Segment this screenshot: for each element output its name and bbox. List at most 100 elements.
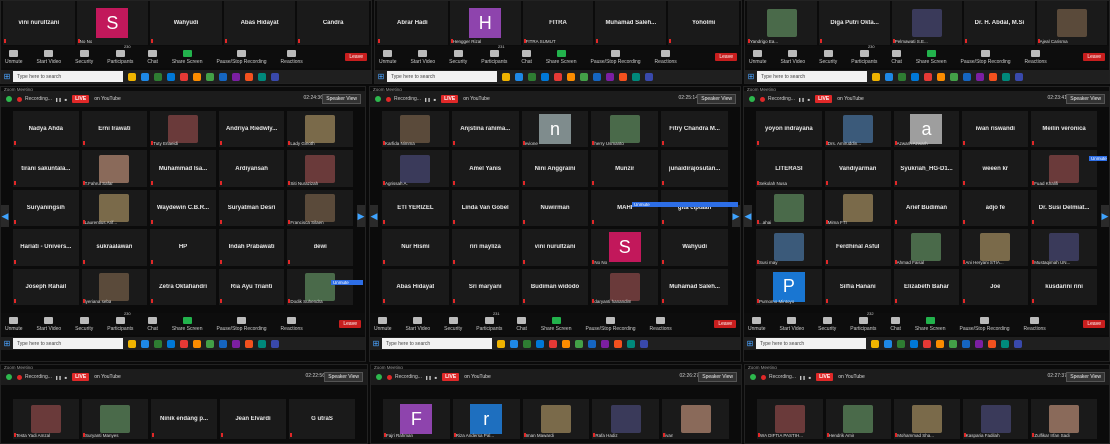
participant-tile[interactable]: MAHI	[591, 189, 659, 227]
taskbar-app-icon[interactable]	[258, 339, 266, 348]
recording-indicator[interactable]: Recording... ❚❚ ■	[386, 96, 436, 102]
participant-tile[interactable]: Francisca Silaen	[287, 189, 353, 227]
participant-tile[interactable]: Suryatman Desri	[218, 189, 285, 227]
participant-tile[interactable]: S No No	[591, 229, 659, 266]
taskbar-app-icon[interactable]	[567, 72, 575, 81]
taskbar-app-icon[interactable]	[911, 72, 919, 81]
leave-button[interactable]: Leave	[1083, 53, 1105, 61]
taskbar-app-icon[interactable]	[872, 72, 880, 81]
participant-tile[interactable]: Yoholmi	[668, 1, 739, 45]
taskbar-app-icon[interactable]	[884, 339, 892, 348]
participant-tile[interactable]: Abas Hidayat	[382, 268, 449, 305]
participant-tile[interactable]: Yandrigo Ea...	[747, 1, 818, 45]
taskbar-app-icon[interactable]	[206, 339, 214, 348]
windows-start-icon[interactable]: ⊞	[744, 337, 756, 350]
participant-tile[interactable]: Waydewin C.B.R...	[150, 189, 216, 227]
participant-tile[interactable]: ivan	[662, 399, 729, 439]
reactions-button[interactable]: Reactions	[655, 49, 677, 65]
participant-tile[interactable]: P Purnomo Mintoyo	[756, 268, 822, 305]
participant-tile[interactable]: G utraS	[289, 399, 355, 439]
taskbar-app-icon[interactable]	[924, 72, 932, 81]
taskbar-app-icon[interactable]	[580, 72, 588, 81]
taskbar-app-icon[interactable]	[193, 339, 201, 348]
taskbar-app-icon[interactable]	[271, 339, 279, 348]
windows-start-icon[interactable]: ⊞	[1, 337, 13, 350]
taskbar-app-icon[interactable]	[632, 72, 640, 81]
participant-tile[interactable]: Nuwirman	[521, 189, 589, 227]
taskbar-app-icon[interactable]	[180, 72, 188, 81]
participant-tile[interactable]: Suryanti Manyes	[82, 399, 148, 439]
unmute-badge[interactable]: Unmute	[331, 280, 363, 285]
speaker-view-button[interactable]: Speaker View	[324, 372, 363, 382]
participant-tile[interactable]: a Azwarh Azwarh	[893, 111, 960, 148]
participant-tile[interactable]: Jean Elvardi	[220, 399, 286, 439]
next-page-arrow[interactable]: ▶	[357, 205, 365, 227]
taskbar-app-icon[interactable]	[497, 339, 505, 348]
share-screen-button[interactable]: Share Screen	[546, 49, 577, 65]
taskbar-app-icon[interactable]	[627, 339, 635, 348]
participant-tile[interactable]: Agrissah A.	[382, 150, 449, 187]
leave-button[interactable]: Leave	[1083, 320, 1105, 328]
taskbar-app-icon[interactable]	[549, 339, 557, 348]
pause-stop-recording-button[interactable]: Pause/Stop Recording	[961, 49, 1011, 65]
windows-start-icon[interactable]: ⊞	[375, 70, 387, 83]
taskbar-app-icon[interactable]	[232, 72, 240, 81]
participant-tile[interactable]: Joseph Rahail	[13, 268, 79, 305]
unmute-button[interactable]: Unmute	[748, 316, 766, 332]
taskbar-app-icon[interactable]	[141, 72, 149, 81]
pause-icon[interactable]: ❚❚	[798, 97, 805, 102]
participants-button[interactable]: Participants 230	[107, 44, 133, 65]
taskbar-app-icon[interactable]	[1001, 339, 1009, 348]
youtube-label[interactable]: on YouTube	[94, 96, 121, 102]
taskbar-app-icon[interactable]	[219, 72, 227, 81]
taskbar-app-icon[interactable]	[923, 339, 931, 348]
unmute-badge[interactable]: Unmute	[632, 202, 738, 207]
taskbar-app-icon[interactable]	[593, 72, 601, 81]
taskbar-app-icon[interactable]	[988, 339, 996, 348]
stop-icon[interactable]: ■	[808, 97, 810, 102]
participant-tile[interactable]: vini nurultzani	[521, 229, 589, 266]
taskbar-app-icon[interactable]	[219, 339, 227, 348]
reactions-button[interactable]: Reactions	[281, 316, 303, 332]
chat-button[interactable]: Chat	[147, 49, 158, 65]
participant-tile[interactable]: iwan riswandi	[962, 111, 1029, 148]
participant-tile[interactable]: H Hengger Rizal	[449, 1, 521, 45]
previous-page-arrow[interactable]: ◀	[1, 205, 9, 227]
participant-tile[interactable]: n evione	[521, 111, 589, 148]
stop-icon[interactable]: ■	[435, 375, 437, 380]
participant-tile[interactable]: Drs. Amiruddin...	[824, 111, 891, 148]
stop-icon[interactable]: ■	[434, 97, 436, 102]
taskbar-app-icon[interactable]	[154, 339, 162, 348]
participant-tile[interactable]: T.Fahrul Safar	[81, 150, 148, 187]
pause-icon[interactable]: ❚❚	[55, 375, 62, 380]
participant-tile[interactable]: yoyon indrayana	[756, 111, 822, 148]
taskbar-search[interactable]: Type here to search	[387, 71, 497, 82]
participant-tile[interactable]: vini nurultzani	[3, 1, 75, 45]
participant-tile[interactable]: Abrar Hadi	[377, 1, 448, 45]
participant-tile[interactable]: Vandiyarman	[824, 150, 891, 187]
participant-tile[interactable]: Susi may	[756, 229, 822, 266]
taskbar-app-icon[interactable]	[167, 339, 175, 348]
taskbar-app-icon[interactable]	[515, 72, 523, 81]
taskbar-app-icon[interactable]	[193, 72, 201, 81]
participant-tile[interactable]: HP	[150, 229, 216, 266]
taskbar-app-icon[interactable]	[141, 339, 149, 348]
unmute-button[interactable]: Unmute	[374, 316, 392, 332]
security-button[interactable]: Security	[818, 316, 836, 332]
speaker-view-button[interactable]: Speaker View	[322, 94, 361, 104]
taskbar-app-icon[interactable]	[271, 72, 279, 81]
windows-start-icon[interactable]: ⊞	[1, 70, 13, 83]
participant-tile[interactable]: Sri maryani	[451, 268, 519, 305]
taskbar-app-icon[interactable]	[614, 339, 622, 348]
taskbar-app-icon[interactable]	[588, 339, 596, 348]
taskbar-app-icon[interactable]	[245, 72, 253, 81]
participant-tile[interactable]: sukraalawan	[81, 229, 148, 266]
participant-tile[interactable]: Zetra Oktafiandri	[150, 268, 216, 305]
chat-button[interactable]: Chat	[516, 316, 527, 332]
taskbar-app-icon[interactable]	[258, 72, 266, 81]
recording-indicator[interactable]: Recording... ❚❚ ■	[760, 96, 810, 102]
participant-tile[interactable]: LITERASI Sekolah Nusa	[756, 150, 822, 187]
taskbar-app-icon[interactable]	[206, 72, 214, 81]
leave-button[interactable]: Leave	[715, 53, 737, 61]
taskbar-search[interactable]: Type here to search	[13, 338, 123, 349]
